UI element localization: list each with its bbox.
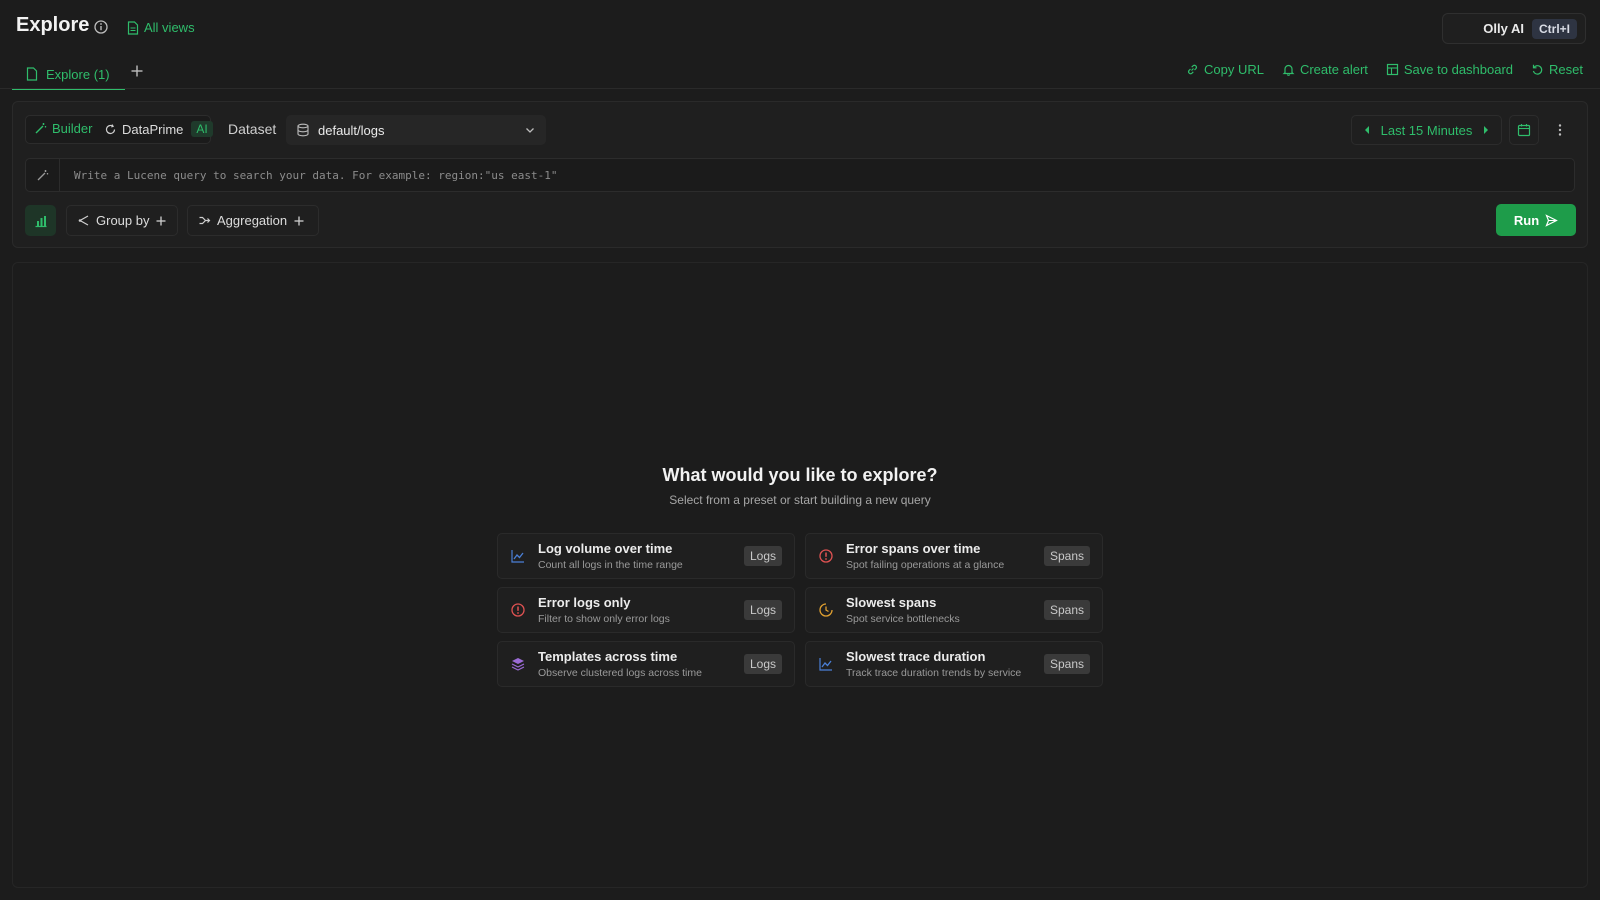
olly-ai-button[interactable]: Olly AI Ctrl+I <box>1442 13 1586 44</box>
bar-chart-icon <box>34 214 48 228</box>
results-area <box>12 262 1588 888</box>
clock-icon <box>818 602 834 618</box>
plus-icon <box>155 215 167 227</box>
dashboard-icon <box>1386 63 1399 76</box>
more-options-button[interactable] <box>1545 115 1575 145</box>
empty-state-subtitle: Select from a preset or start building a… <box>669 493 931 507</box>
preset-description: Spot service bottlenecks <box>846 613 960 625</box>
chevron-down-icon <box>524 124 536 136</box>
builder-mode-button[interactable]: Builder <box>34 121 92 136</box>
plus-icon <box>293 215 305 227</box>
magic-wand-icon <box>36 169 49 182</box>
reset-label: Reset <box>1549 62 1583 77</box>
alert-circle-icon <box>818 548 834 564</box>
preset-tag: Logs <box>743 654 782 674</box>
preset-tag: Logs <box>743 600 782 620</box>
empty-state-title: What would you like to explore? <box>662 465 938 485</box>
query-assist-button[interactable] <box>26 159 60 191</box>
calendar-button[interactable] <box>1509 115 1539 145</box>
add-tab-plus-icon[interactable] <box>129 63 145 79</box>
lucene-query-input[interactable] <box>60 159 1574 191</box>
preset-title: Log volume over time <box>538 541 673 556</box>
line-chart-icon <box>818 656 834 672</box>
olly-ai-shortcut: Ctrl+I <box>1531 18 1577 39</box>
ai-badge: AI <box>191 121 213 137</box>
preset-log-volume-over-time[interactable]: Log volume over time Count all logs in t… <box>497 533 795 579</box>
database-icon <box>296 123 310 137</box>
bell-icon <box>1282 63 1295 76</box>
time-range-picker[interactable]: Last 15 Minutes <box>1351 115 1502 145</box>
tab-explore-label: Explore (1) <box>46 66 110 82</box>
preset-title: Error spans over time <box>846 541 981 556</box>
preset-description: Track trace duration trends by service <box>846 667 1022 679</box>
time-range-label: Last 15 Minutes <box>1380 122 1473 138</box>
more-vertical-icon <box>1558 123 1562 137</box>
dataset-label: Dataset <box>228 121 277 137</box>
refresh-icon <box>104 123 117 136</box>
info-icon[interactable] <box>94 20 108 34</box>
toolbar-actions: Copy URL Create alert Save to dashboard … <box>1186 62 1583 77</box>
layers-icon <box>510 656 526 672</box>
group-icon <box>77 214 90 227</box>
dataset-select[interactable]: default/logs <box>286 115 546 145</box>
visualization-button[interactable] <box>25 205 56 236</box>
aggregation-button[interactable]: Aggregation <box>187 205 319 236</box>
reset-icon <box>1531 63 1544 76</box>
tab-explore[interactable]: Explore (1) <box>12 60 125 90</box>
chevron-left-icon[interactable] <box>1363 125 1371 135</box>
dataprime-label: DataPrime <box>122 121 184 137</box>
preset-tag: Spans <box>1043 600 1090 620</box>
page-title: Explore <box>16 14 90 36</box>
run-button[interactable]: Run <box>1496 204 1576 236</box>
send-icon <box>1545 213 1558 227</box>
copy-url-button[interactable]: Copy URL <box>1186 62 1264 77</box>
group-by-button[interactable]: Group by <box>66 205 178 236</box>
query-bar <box>25 158 1575 192</box>
run-label: Run <box>1513 212 1540 228</box>
create-alert-label: Create alert <box>1299 62 1368 77</box>
preset-title: Slowest spans <box>846 595 937 610</box>
magic-wand-icon <box>34 122 47 135</box>
aggregation-label: Aggregation <box>217 213 288 228</box>
tabs-divider <box>0 88 1600 89</box>
preset-slowest-spans[interactable]: Slowest spans Spot service bottlenecks S… <box>805 587 1103 633</box>
aggregation-icon <box>198 214 211 227</box>
copy-url-label: Copy URL <box>1204 62 1264 77</box>
preset-title: Templates across time <box>538 649 678 664</box>
preset-tag: Spans <box>1043 654 1090 674</box>
line-chart-icon <box>510 548 526 564</box>
builder-label: Builder <box>52 121 93 136</box>
preset-tag: Spans <box>1043 546 1090 566</box>
dataprime-mode-button[interactable]: DataPrime AI <box>104 121 213 137</box>
olly-ai-label: Olly AI <box>1483 21 1524 36</box>
preset-error-spans-over-time[interactable]: Error spans over time Spot failing opera… <box>805 533 1103 579</box>
document-icon <box>26 67 38 81</box>
save-to-dashboard-button[interactable]: Save to dashboard <box>1386 62 1513 77</box>
reset-button[interactable]: Reset <box>1531 62 1583 77</box>
chevron-right-icon[interactable] <box>1482 125 1490 135</box>
preset-error-logs-only[interactable]: Error logs only Filter to show only erro… <box>497 587 795 633</box>
preset-description: Count all logs in the time range <box>538 559 683 571</box>
all-views-link[interactable]: All views <box>127 20 195 35</box>
document-icon <box>127 20 139 35</box>
all-views-label: All views <box>144 20 195 35</box>
preset-description: Spot failing operations at a glance <box>846 559 1005 571</box>
preset-description: Filter to show only error logs <box>538 613 670 625</box>
group-by-label: Group by <box>96 213 150 228</box>
preset-slowest-trace-duration[interactable]: Slowest trace duration Track trace durat… <box>805 641 1103 687</box>
dataset-value: default/logs <box>318 122 385 138</box>
link-icon <box>1186 63 1199 76</box>
preset-tag: Logs <box>743 546 782 566</box>
calendar-icon <box>1517 123 1531 137</box>
create-alert-button[interactable]: Create alert <box>1282 62 1368 77</box>
preset-title: Slowest trace duration <box>846 649 986 664</box>
preset-title: Error logs only <box>538 595 631 610</box>
save-to-dashboard-label: Save to dashboard <box>1403 62 1514 77</box>
preset-description: Observe clustered logs across time <box>538 667 702 679</box>
alert-circle-icon <box>510 602 526 618</box>
preset-templates-across-time[interactable]: Templates across time Observe clustered … <box>497 641 795 687</box>
